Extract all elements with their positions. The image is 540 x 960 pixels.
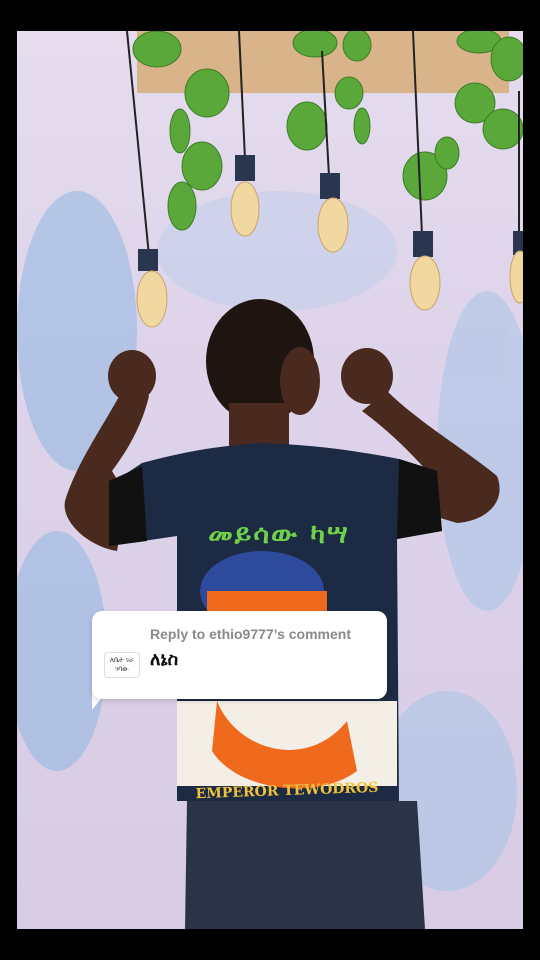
video-frame[interactable]: መይሳው ካሣ EMPEROR TEWODROS	[17, 31, 523, 929]
reply-header: Reply to ethio9777’s comment	[150, 626, 351, 642]
reply-comment-card[interactable]: Reply to ethio9777’s comment ለቤት ገራ ገባው …	[92, 611, 387, 699]
reply-comment-text: ለኔስ	[150, 649, 179, 670]
commenter-avatar[interactable]: ለቤት ገራ ገባው	[104, 652, 140, 678]
shirt-chest-text: መይሳው ካሣ	[208, 519, 350, 550]
